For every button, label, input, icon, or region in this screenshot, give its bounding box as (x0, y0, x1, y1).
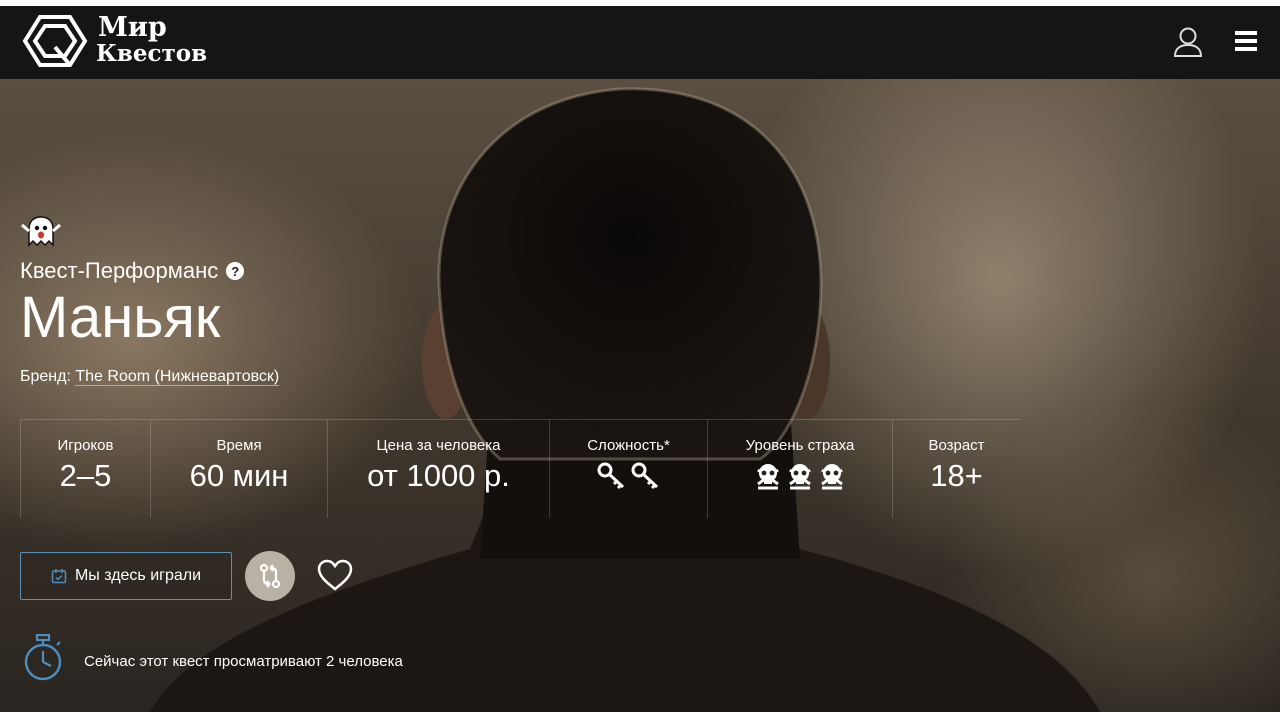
stat-value: от 1000 р. (367, 458, 510, 493)
hamburger-menu-icon[interactable] (1233, 28, 1259, 54)
man-silhouette-image (150, 87, 1100, 712)
hero-background (0, 79, 1280, 712)
stat-price: Цена за человека от 1000 р. (327, 420, 549, 518)
logo-line1: Мир (98, 12, 167, 43)
stat-difficulty: Сложность* (549, 420, 707, 518)
quest-stats: Игроков 2–5 Время 60 мин Цена за человек… (20, 419, 1020, 518)
stat-label: Возраст (928, 437, 985, 454)
stat-fear-level: Уровень страха (707, 420, 892, 518)
stat-label: Время (216, 437, 262, 454)
brand-line: Бренд: The Room (Нижневартовск) (20, 368, 280, 386)
quest-title: Маньяк (20, 285, 221, 350)
compare-icon (259, 563, 281, 589)
quest-type-text: Квест-Перформанс (20, 258, 219, 283)
stat-label: Сложность* (587, 437, 670, 454)
stat-age: Возраст 18+ (892, 420, 1020, 518)
stopwatch-icon (24, 634, 62, 681)
site-logo[interactable]: Мир Квестов (22, 13, 207, 69)
stat-players: Игроков 2–5 (20, 420, 150, 518)
stat-value: 2–5 (59, 458, 112, 493)
brand-label: Бренд: (20, 368, 71, 385)
stat-value: 18+ (930, 458, 983, 493)
stat-time: Время 60 мин (150, 420, 327, 518)
stat-label: Игроков (57, 437, 114, 454)
stat-value: 60 мин (189, 458, 289, 493)
quest-type-label: Квест-Перформанс ? (20, 258, 245, 284)
page-frame: Мир Квестов Квест-Перформанс ? Маньяк Бр… (0, 6, 1280, 712)
user-icon[interactable] (1173, 26, 1203, 58)
skull-icon (821, 464, 843, 490)
stat-label: Цена за человека (376, 437, 501, 454)
calendar-check-icon (51, 569, 67, 584)
ghost-icon (21, 216, 61, 247)
key-icon (597, 462, 624, 490)
we-played-here-label: Мы здесь играли (74, 567, 202, 584)
compare-button[interactable] (245, 551, 295, 601)
stat-label: Уровень страха (745, 437, 855, 454)
viewers-count-text: Сейчас этот квест просматривают 2 челове… (84, 653, 403, 670)
skull-icon (757, 464, 779, 490)
we-played-here-button[interactable]: Мы здесь играли (20, 552, 232, 600)
logo-line2: Квестов (96, 40, 208, 67)
heart-icon[interactable] (316, 558, 354, 592)
site-header: Мир Квестов (0, 6, 1280, 79)
skull-icon (789, 464, 811, 490)
key-icon (631, 462, 658, 490)
logo-mark-icon (22, 15, 88, 67)
brand-link[interactable]: The Room (Нижневартовск) (75, 368, 280, 386)
help-icon[interactable]: ? (226, 262, 245, 280)
